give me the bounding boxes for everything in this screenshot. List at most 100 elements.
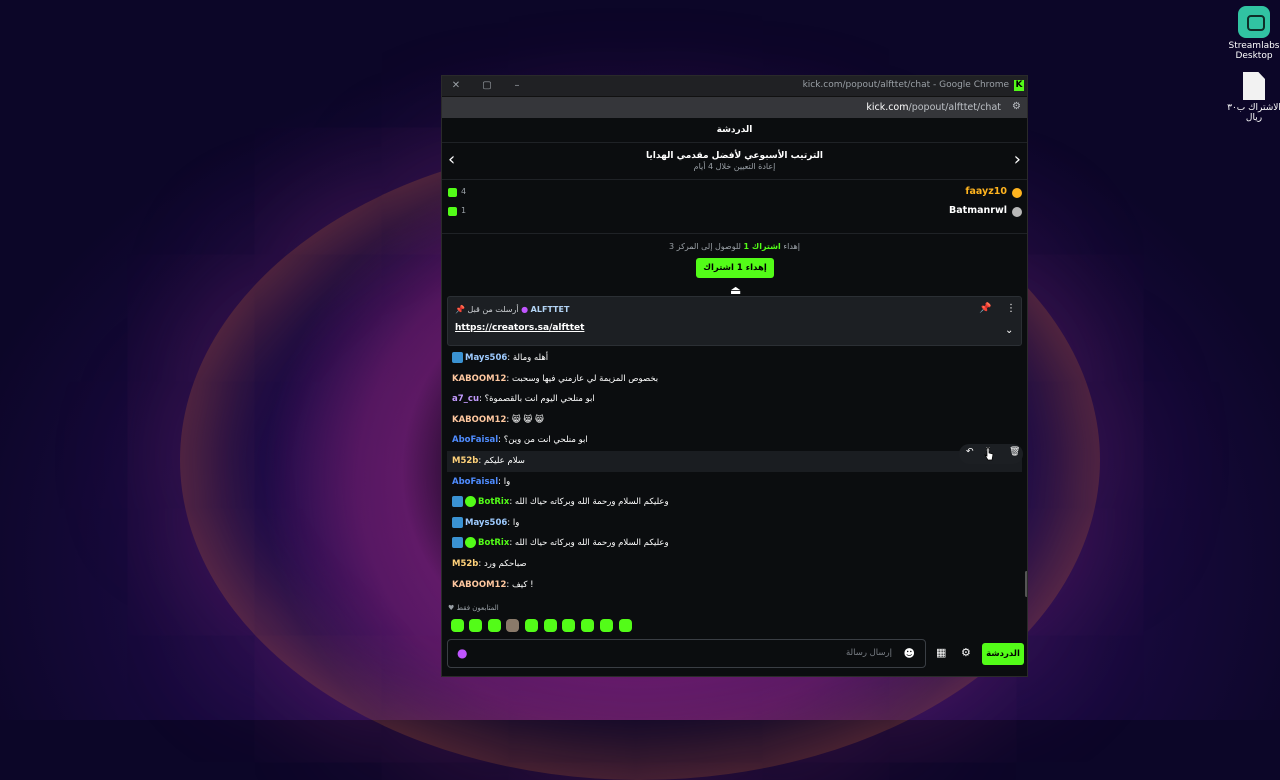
chat-message[interactable]: KABOOM12: كيف ! [447,575,1022,596]
message-user[interactable]: AboFaisal [452,477,498,487]
message-user[interactable]: BotRix [478,497,509,507]
gift-sub-button[interactable]: إهداء 1 اشتراك [696,258,774,278]
more-options-icon[interactable]: ⋮ [1006,303,1016,314]
message-user[interactable]: M52b [452,456,478,466]
scrollbar[interactable] [1025,571,1027,597]
message-text: وعليكم السلام ورحمة الله وبركاته حياك ال… [514,538,669,549]
message-user[interactable]: BotRix [478,538,509,548]
url-text: kick.com/popout/alfttet/chat [866,102,1001,113]
emote-section-label: ♥ المتابعون فقط [448,604,499,612]
message-list: Mays506: أهله ومالة KABOOM12: بخصوص المز… [447,348,1022,595]
minimize-icon[interactable]: – [510,79,524,93]
leaderboard-title: الترتيب الأسبوعي لأفضل مقدمي الهدايا [646,151,823,161]
emoji-icon[interactable]: ☻ [904,647,915,660]
emote-icon[interactable] [600,619,613,632]
emote-icon[interactable] [469,619,482,632]
reply-icon[interactable]: ↶ [966,447,974,457]
chat-input[interactable]: ● إرسال رسالة ☻ [447,639,926,668]
emote-icon[interactable] [544,619,557,632]
gift-leaderboard: ‹ الترتيب الأسبوعي لأفضل مقدمي الهدايا إ… [442,143,1027,180]
message-text: سلام عليكم [483,455,525,466]
message-user[interactable]: KABOOM12 [452,415,506,425]
message-user[interactable]: KABOOM12 [452,374,506,384]
send-button[interactable]: الدردشة [982,643,1024,665]
close-icon[interactable]: ✕ [449,79,463,93]
message-text: صباحكم ورد [483,558,527,569]
delete-icon[interactable]: 🗑 [1009,447,1020,457]
chat-message[interactable]: KABOOM12: بخصوص المزيمة لي عازمني فيها و… [447,369,1022,390]
emote-icon[interactable] [488,619,501,632]
chat-message[interactable]: AboFaisal: وا [447,472,1022,493]
leaderboard-row[interactable]: 1 Batmanrwl [442,203,1027,222]
emote-icon[interactable] [451,619,464,632]
pinned-message: 📌 أرسلت من قبل ● ALFTTET https://creator… [447,296,1022,346]
verified-badge-icon [465,537,476,549]
mic-icon[interactable]: ● [457,646,467,660]
chat-message[interactable]: M52b: سلام عليكم [447,450,1022,472]
chevron-right-icon[interactable]: › [1014,148,1021,172]
site-settings-icon[interactable]: ⚙ [1012,101,1021,112]
chat-message[interactable]: Mays506: وا [447,513,1022,534]
message-text: 😸 😸 😸 [511,414,544,425]
goal-highlight: اشتراك 1 [743,242,781,251]
title-bar: ✕ ▢ – kick.com/popout/alfttet/chat - Goo… [442,76,1027,96]
message-user[interactable]: a7_cu [452,394,479,404]
chat-message[interactable]: Mays506: أهله ومالة [447,348,1022,369]
window-title: kick.com/popout/alfttet/chat - Google Ch… [802,80,1009,90]
message-text: بخصوص المزيمة لي عازمني فيها وسحبت [511,373,659,384]
subscriber-badge-icon [452,516,463,528]
gift-count: 1 [461,206,467,215]
chat-message[interactable]: BotRix: وعليكم السلام ورحمة الله وبركاته… [447,492,1022,513]
emote-icon[interactable] [506,619,519,632]
message-user[interactable]: AboFaisal [452,435,498,445]
sub-goal-section: إهداء اشتراك 1 للوصول إلى المركز 3 إهداء… [442,233,1027,302]
desktop-icon-streamlabs[interactable]: Streamlabs Desktop [1224,6,1280,61]
gear-icon[interactable]: ⚙ [961,646,971,659]
message-user[interactable]: M52b [452,559,478,569]
message-text: ابو منلحي اليوم انت بالقصموة؟ [484,394,595,405]
url-path: /popout/alfttet/chat [908,102,1001,113]
chat-message[interactable]: KABOOM12: 😸 😸 😸 [447,410,1022,431]
desktop-icon-label: الاشتراك ب٣٠ [1227,103,1280,113]
url-host: kick.com [866,102,909,113]
message-user[interactable]: Mays506 [465,518,507,528]
message-text: وا [503,476,511,487]
desktop-icon-label: Desktop [1235,51,1273,61]
message-text: أهله ومالة [512,353,549,363]
mic-icon: ● [521,305,529,314]
emote-icon[interactable] [562,619,575,632]
mouse-cursor-icon [984,447,994,461]
message-text: وا [512,517,520,528]
maximize-icon[interactable]: ▢ [480,79,494,93]
address-bar[interactable]: kick.com/popout/alfttet/chat ⚙ [442,96,1027,118]
emote-icon[interactable] [525,619,538,632]
gift-count: 4 [461,187,467,196]
chat-message[interactable]: M52b: صباحكم ورد [447,554,1022,575]
leaderboard-row[interactable]: 4 faayz10 [442,184,1027,203]
heart-icon: ♥ [448,604,455,612]
subscriber-badge-icon [452,352,463,363]
gift-icon [448,188,457,197]
desktop-icon-file[interactable]: الاشتراك ب٣٠ ريال [1224,72,1280,123]
message-user[interactable]: Mays506 [465,353,507,363]
emote-section-text: المتابعون فقط [456,604,499,612]
chat-message[interactable]: a7_cu: ابو منلحي اليوم انت بالقصموة؟ [447,389,1022,410]
message-user[interactable]: KABOOM12 [452,580,506,590]
pin-icon[interactable]: 📌 [979,303,991,314]
chat-message[interactable]: AboFaisal: ابو منلحي انت من وين؟ [447,430,1022,451]
pinned-header: 📌 أرسلت من قبل ● ALFTTET [455,305,569,314]
pinned-user[interactable]: ALFTTET [531,305,570,314]
chevron-down-icon[interactable]: ⌄ [1005,325,1013,336]
emote-icon[interactable] [619,619,632,632]
leaderboard-user: faayz10 [965,186,1007,197]
collapse-icon[interactable]: ⏏ [730,283,741,297]
message-text: وعليكم السلام ورحمة الله وبركاته حياك ال… [514,497,669,508]
chat-message[interactable]: BotRix: وعليكم السلام ورحمة الله وبركاته… [447,533,1022,554]
verified-badge-icon [465,496,476,508]
store-icon[interactable]: ▦ [936,646,946,659]
desktop-icon-label: Streamlabs [1228,41,1280,51]
desktop-icon-label: ريال [1245,113,1263,123]
pinned-link[interactable]: https://creators.sa/alfttet [455,323,584,333]
message-text: ابو منلحي انت من وين؟ [503,435,588,446]
emote-icon[interactable] [581,619,594,632]
